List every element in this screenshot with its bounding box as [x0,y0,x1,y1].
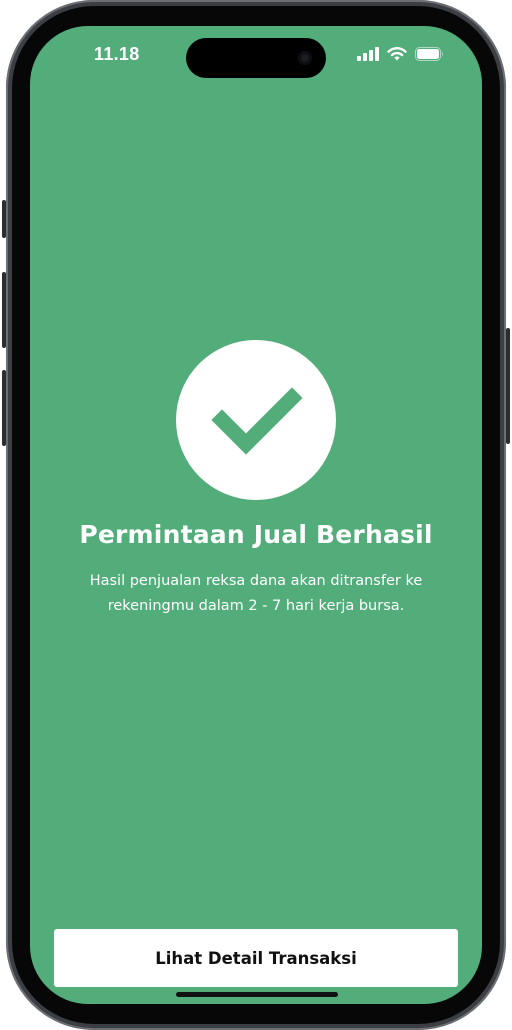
wifi-icon [387,46,407,65]
view-transaction-detail-button[interactable]: Lihat Detail Transaksi [54,929,458,987]
page-title: Permintaan Jual Berhasil [79,520,433,549]
camera-icon [298,51,312,65]
success-badge [176,340,336,500]
battery-icon [415,46,444,65]
volume-down-button [2,370,6,446]
app-screen: 11.18 Permintaan Jual Berhasil Hasil pen… [30,26,482,1004]
status-time: 11.18 [94,44,140,64]
action-button [2,200,6,238]
success-message: Hasil penjualan reksa dana akan ditransf… [89,573,423,614]
cellular-signal-icon [357,46,379,65]
power-button [506,328,510,444]
status-icons [357,46,444,65]
volume-up-button [2,272,6,348]
home-indicator[interactable] [176,992,338,997]
dynamic-island [186,38,326,78]
